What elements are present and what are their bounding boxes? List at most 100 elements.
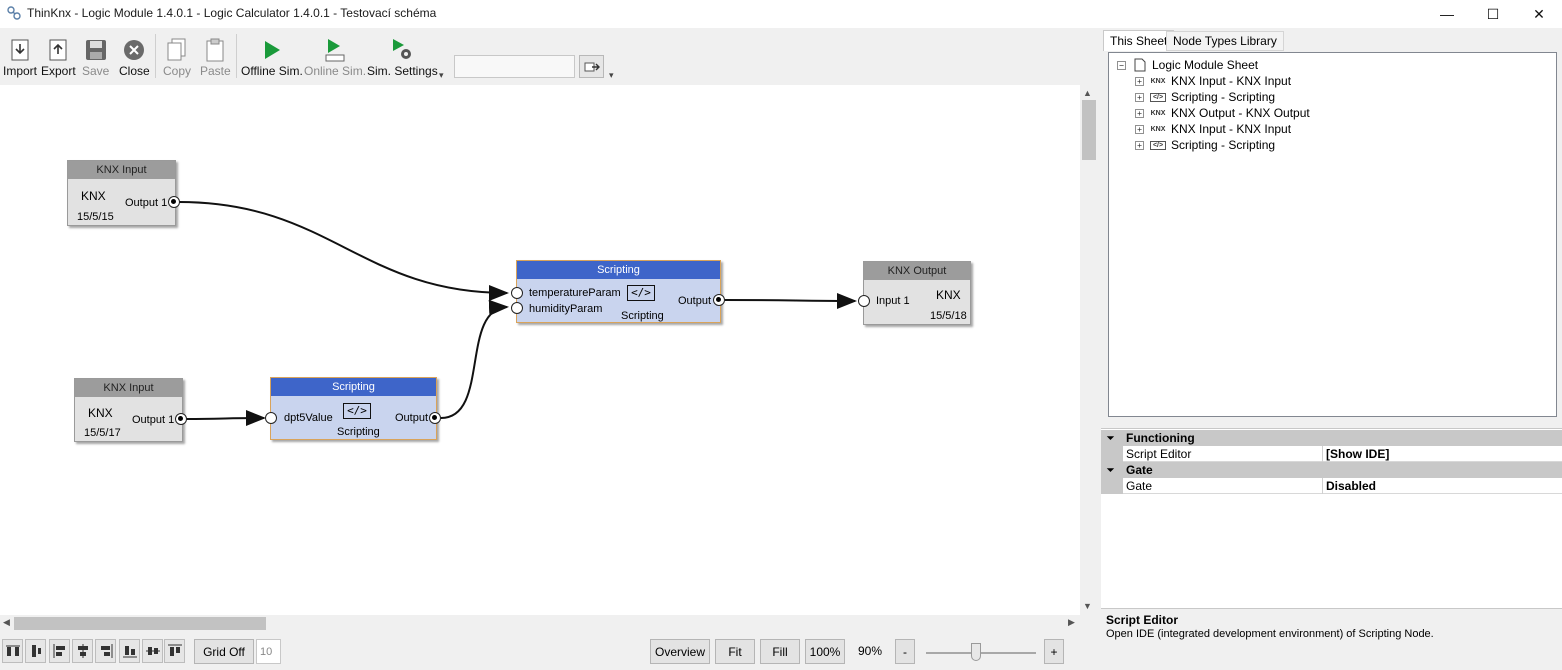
align-bottom-icon[interactable] [119,639,140,663]
script-icon: </> [1150,92,1166,102]
export-button[interactable]: Export [41,36,76,78]
group-address: 15/5/15 [77,211,114,223]
output-port[interactable] [429,412,441,424]
close-window-button[interactable]: ✕ [1516,0,1562,28]
output-port[interactable] [713,294,725,306]
horizontal-scroll-thumb[interactable] [14,617,266,630]
input-port[interactable] [265,412,277,424]
export-label: Export [41,64,76,78]
tree-item[interactable]: + </> Scripting - Scripting [1135,90,1275,104]
align-left-icon[interactable] [49,639,70,663]
distribute-horizontal-icon[interactable] [2,639,23,663]
import-icon [8,36,32,64]
tree-root[interactable]: − Logic Module Sheet [1117,58,1258,72]
fill-button[interactable]: Fill [760,639,800,664]
maximize-button[interactable]: ☐ [1470,0,1516,28]
offline-sim-button[interactable]: Offline Sim. [241,36,303,78]
import-button[interactable]: Import [3,36,37,78]
online-sim-button[interactable]: Online Sim. [304,36,366,78]
expand-icon[interactable]: + [1135,92,1144,102]
knx-icon: KNX [1150,125,1166,133]
copy-button[interactable]: Copy [163,36,191,78]
sim-address-input[interactable] [454,55,575,78]
dropdown-arrow-icon[interactable]: ▾ [439,70,444,81]
document-icon [1134,58,1146,72]
wire-knx2-to-script2 [186,410,266,427]
scroll-down-icon[interactable]: ▼ [1083,601,1092,611]
distribute-vertical-icon[interactable] [25,639,46,663]
scroll-up-icon[interactable]: ▲ [1083,88,1092,98]
property-row-gate[interactable]: Gate Disabled [1101,478,1562,494]
align-middle-icon[interactable] [142,639,163,663]
align-top-icon[interactable] [164,639,185,663]
vertical-scroll-thumb[interactable] [1082,100,1096,160]
expand-icon[interactable]: + [1135,108,1144,118]
code-icon: </> [627,285,655,301]
close-circle-icon [122,36,146,64]
sim-settings-button[interactable]: Sim. Settings [367,36,438,78]
sim-go-button[interactable] [579,55,604,78]
close-button[interactable]: Close [119,36,150,78]
expand-icon[interactable]: + [1135,124,1144,134]
align-right-icon[interactable] [95,639,116,663]
floppy-disk-icon [84,36,108,64]
zoom-slider-thumb[interactable] [970,643,981,661]
scripting-node[interactable]: Scripting temperatureParam humidityParam… [516,260,721,323]
overflow-arrow-icon[interactable]: ▾ [609,70,614,81]
scroll-right-icon[interactable]: ▶ [1068,617,1075,628]
zoom-in-button[interactable]: + [1044,639,1064,664]
paste-button[interactable]: Paste [200,36,231,78]
scroll-left-icon[interactable]: ◀ [3,617,10,628]
input-port-label: temperatureParam [529,287,621,299]
grid-size-input[interactable]: 10 [256,639,281,664]
knx-input-node[interactable]: KNX Input KNX Output 1 15/5/17 [74,378,183,442]
tree-item[interactable]: + KNX KNX Input - KNX Input [1135,74,1291,88]
copy-icon [165,36,189,64]
property-value[interactable]: [Show IDE] [1322,446,1562,462]
scripting-node[interactable]: Scripting dpt5Value </> Output Scripting [270,377,437,440]
import-label: Import [3,64,38,78]
knx-output-node[interactable]: KNX Output Input 1 KNX 15/5/18 [863,261,971,325]
category-functioning[interactable]: ⏷ Functioning [1101,430,1562,446]
tree-item[interactable]: + </> Scripting - Scripting [1135,138,1275,152]
property-value[interactable]: Disabled [1322,478,1562,494]
align-center-icon[interactable] [72,639,93,663]
vertical-scrollbar[interactable] [1080,85,1096,615]
minimize-button[interactable]: — [1424,0,1470,28]
wire-script1-to-knxout [724,292,857,309]
input-port[interactable] [858,295,870,307]
tab-this-sheet[interactable]: This Sheet [1103,30,1175,51]
property-row-script-editor[interactable]: Script Editor [Show IDE] [1101,446,1562,462]
online-sim-label: Online Sim. [304,64,367,78]
expand-icon[interactable]: + [1135,76,1144,86]
output-port[interactable] [175,413,187,425]
collapse-icon[interactable]: − [1117,60,1126,70]
knx-input-node[interactable]: KNX Input KNX Output 1 15/5/15 [67,160,176,226]
description-text: Open IDE (integrated development environ… [1106,628,1434,640]
logic-canvas[interactable]: KNX Input KNX Output 1 15/5/15 KNX Input… [0,85,1080,615]
output-port[interactable] [168,196,180,208]
zoom-slider-track[interactable] [926,652,1036,654]
window-title: ThinKnx - Logic Module 1.4.0.1 - Logic C… [27,6,437,20]
expand-icon[interactable]: + [1135,140,1144,150]
tree-item[interactable]: + KNX KNX Output - KNX Output [1135,106,1310,120]
collapse-icon[interactable]: ⏷ [1107,430,1114,446]
node-type-label: Scripting [621,310,664,322]
fit-button[interactable]: Fit [715,639,755,664]
input-port[interactable] [511,302,523,314]
export-icon [46,36,70,64]
overview-button[interactable]: Overview [650,639,710,664]
zoom-100-button[interactable]: 100% [805,639,845,664]
collapse-icon[interactable]: ⏷ [1107,462,1114,478]
grid-toggle-button[interactable]: Grid Off [194,639,254,664]
tree-item[interactable]: + KNX KNX Input - KNX Input [1135,122,1291,136]
tree-item-label: Scripting - Scripting [1171,138,1276,152]
tree-item-label: KNX Output - KNX Output [1171,106,1310,120]
save-button[interactable]: Save [82,36,109,78]
tab-node-types-library[interactable]: Node Types Library [1166,31,1284,51]
category-gate[interactable]: ⏷ Gate [1101,462,1562,478]
input-port[interactable] [511,287,523,299]
zoom-out-button[interactable]: - [895,639,915,664]
node-header: Scripting [271,378,436,396]
node-header: KNX Output [864,262,970,280]
